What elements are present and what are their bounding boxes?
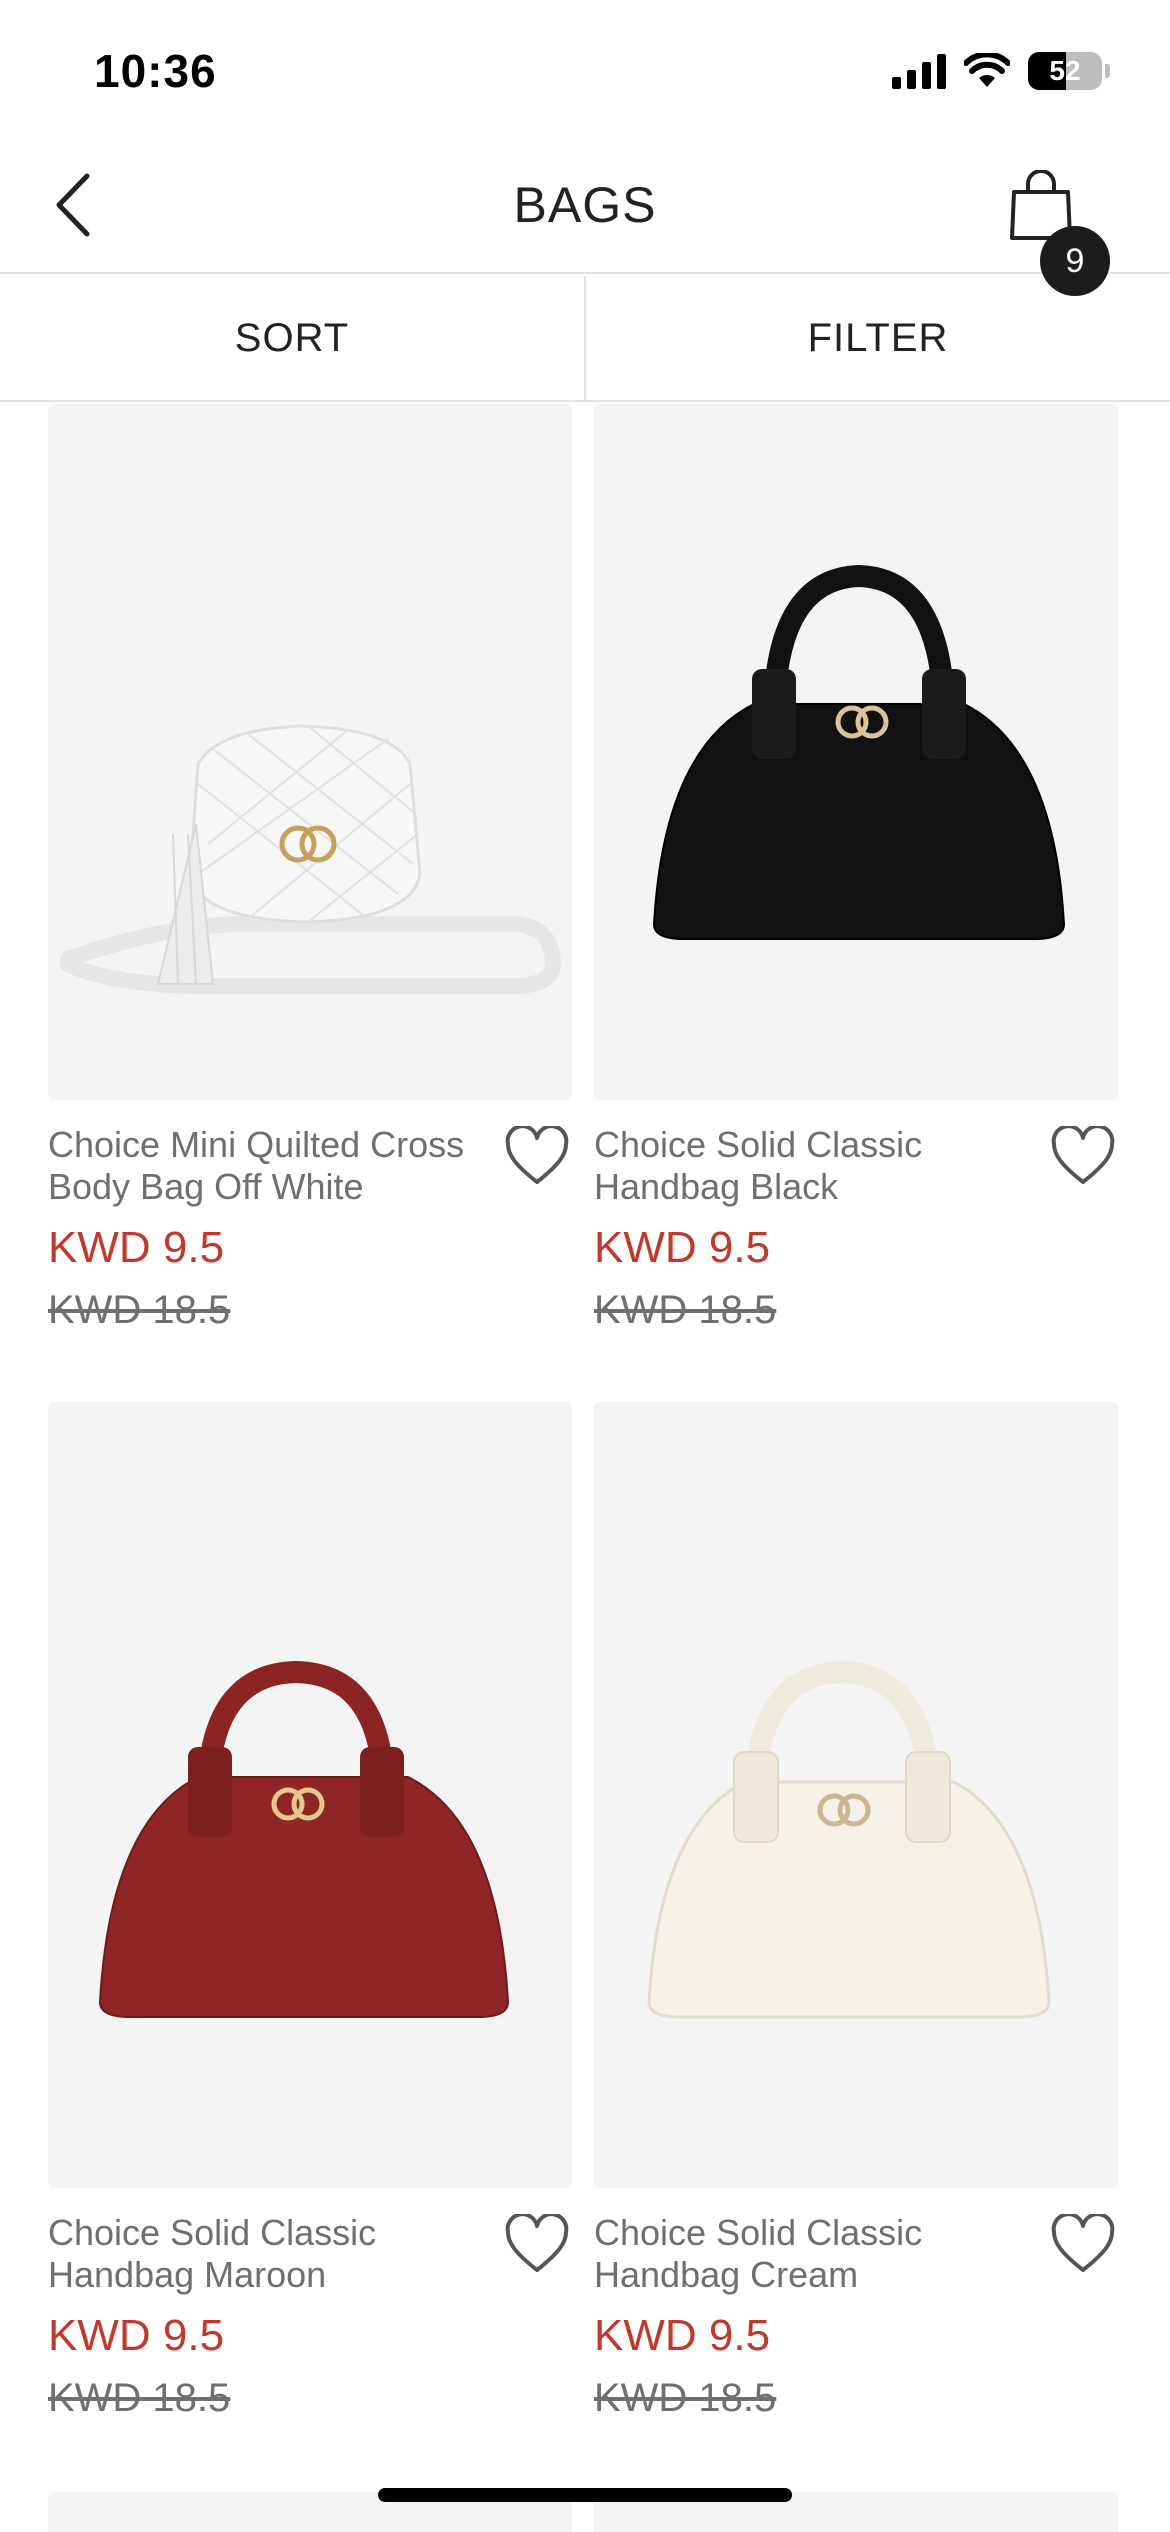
wishlist-heart-icon[interactable]	[1050, 1124, 1116, 1188]
sale-price: KWD 9.5	[594, 2311, 771, 2360]
product-name[interactable]: Choice Solid Classic Handbag Maroon	[48, 2212, 488, 2296]
sale-price: KWD 9.5	[48, 1223, 225, 1272]
original-price: KWD 18.5	[594, 1288, 777, 1332]
filter-button[interactable]: FILTER	[586, 276, 1170, 400]
wifi-icon	[964, 53, 1010, 87]
product-name[interactable]: Choice Solid Classic Handbag Cream	[594, 2212, 1034, 2296]
original-price: KWD 18.5	[48, 1288, 231, 1332]
page-title: BAGS	[513, 177, 657, 233]
wishlist-heart-icon[interactable]	[1050, 2212, 1116, 2276]
handbag-image[interactable]	[48, 1402, 572, 2188]
product-grid: Choice Mini Quilted Cross Body Bag Off W…	[0, 404, 1170, 2532]
original-price: KWD 18.5	[594, 2376, 777, 2420]
status-bar: 10:36 52	[0, 0, 1170, 140]
battery-icon: 52	[1028, 52, 1102, 90]
battery-percent: 52	[1049, 55, 1081, 86]
navigation-header: BAGS 9	[0, 140, 1170, 296]
product-card[interactable]: Choice Mini Quilted Cross Body Bag Off W…	[48, 404, 572, 1334]
handbag-image[interactable]	[594, 404, 1118, 1100]
product-card[interactable]: Choice Solid Classic Handbag Cream KWD 9…	[594, 1402, 1118, 2422]
sort-button[interactable]: SORT	[0, 276, 586, 400]
handbag-image[interactable]	[594, 1402, 1118, 2188]
crossbody-bag-image[interactable]	[48, 404, 572, 1100]
home-indicator[interactable]	[378, 2488, 792, 2502]
sort-filter-bar: SORT FILTER	[0, 276, 1170, 402]
product-name[interactable]: Choice Solid Classic Handbag Black	[594, 1124, 1034, 1208]
product-card[interactable]: Choice Solid Classic Handbag Maroon KWD …	[48, 1402, 572, 2422]
cellular-signal-icon	[892, 53, 946, 89]
sale-price: KWD 9.5	[594, 1223, 771, 1272]
wishlist-heart-icon[interactable]	[504, 2212, 570, 2276]
status-icons: 52	[892, 52, 1110, 90]
sale-price: KWD 9.5	[48, 2311, 225, 2360]
product-card[interactable]: Choice Solid Classic Handbag Black KWD 9…	[594, 404, 1118, 1334]
original-price: KWD 18.5	[48, 2376, 231, 2420]
wishlist-heart-icon[interactable]	[504, 1124, 570, 1188]
product-name[interactable]: Choice Mini Quilted Cross Body Bag Off W…	[48, 1124, 488, 1208]
status-time: 10:36	[94, 45, 217, 97]
cart-button[interactable]: 9	[1000, 166, 1110, 296]
